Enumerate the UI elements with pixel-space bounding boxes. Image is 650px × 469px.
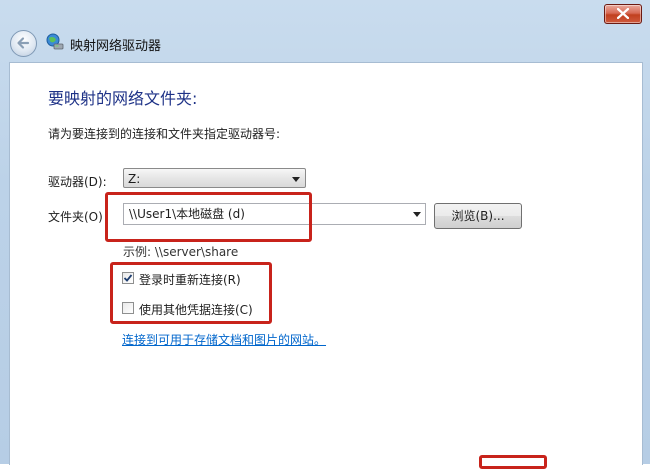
drive-select[interactable]: Z: — [123, 168, 306, 188]
network-drive-icon — [46, 33, 64, 50]
folder-label: 文件夹(O) — [48, 210, 103, 224]
dialog-content: 要映射的网络文件夹: 请为要连接到的连接和文件夹指定驱动器号: 驱动器(D): … — [9, 62, 643, 465]
window-frame: 映射网络驱动器 要映射的网络文件夹: 请为要连接到的连接和文件夹指定驱动器号: … — [0, 0, 650, 469]
website-link[interactable]: 连接到可用于存储文档和图片的网站。 — [122, 331, 326, 348]
drive-label: 驱动器(D): — [48, 175, 107, 189]
highlight-options-box — [110, 262, 272, 324]
drive-select-value: Z: — [128, 172, 141, 186]
highlight-button-box — [479, 455, 547, 469]
back-button[interactable] — [10, 30, 37, 57]
chevron-down-icon — [292, 177, 300, 182]
window-title: 映射网络驱动器 — [70, 39, 162, 54]
highlight-folder-box — [105, 192, 312, 242]
instruction-text: 请为要连接到的连接和文件夹指定驱动器号: — [48, 127, 281, 141]
example-text: 示例: \\server\share — [123, 245, 239, 259]
close-button[interactable] — [604, 4, 642, 24]
close-icon — [617, 8, 629, 19]
page-heading: 要映射的网络文件夹: — [48, 89, 198, 108]
browse-button[interactable]: 浏览(B)... — [434, 203, 522, 229]
back-arrow-icon — [17, 37, 30, 49]
chevron-down-icon[interactable] — [413, 212, 421, 217]
